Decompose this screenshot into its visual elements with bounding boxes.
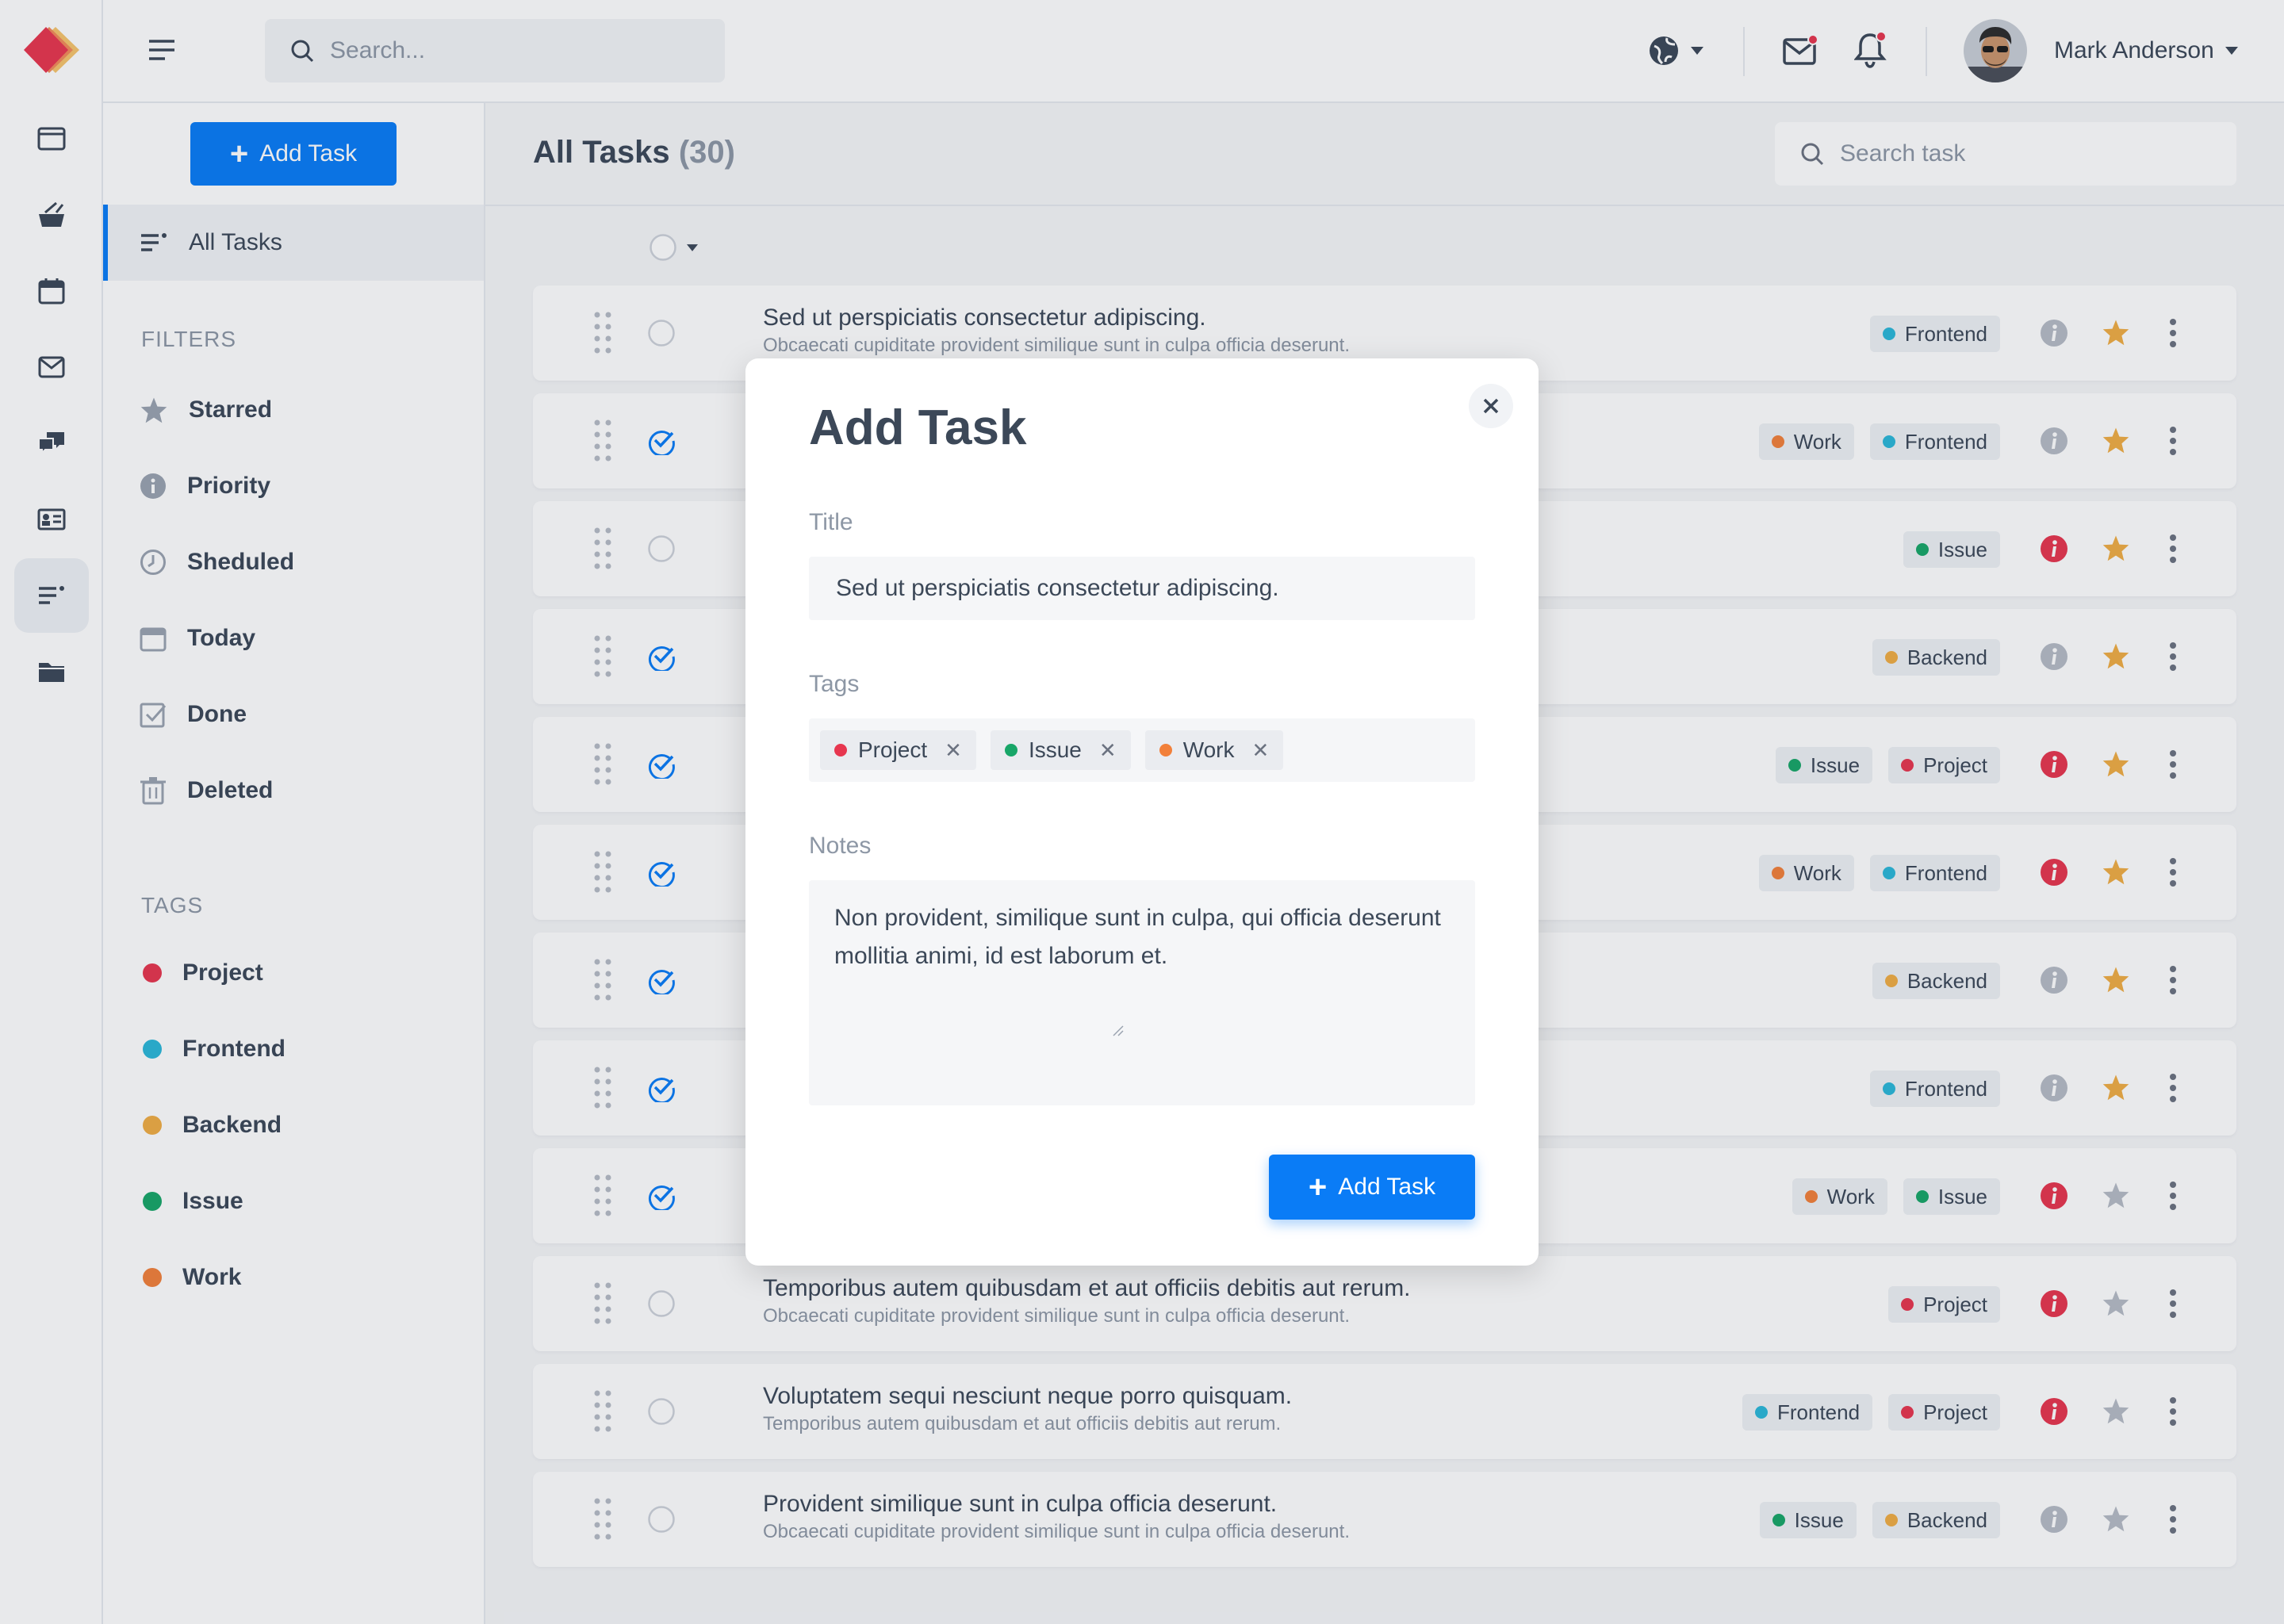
tags-input[interactable]: Project ✕ Issue ✕ Work ✕ bbox=[809, 718, 1475, 782]
tag-dot bbox=[834, 744, 847, 756]
close-button[interactable] bbox=[1469, 384, 1513, 428]
submit-label: Add Task bbox=[1338, 1174, 1436, 1200]
title-label: Title bbox=[809, 509, 853, 535]
remove-tag-icon[interactable]: ✕ bbox=[945, 738, 962, 763]
tag-dot bbox=[1159, 744, 1172, 756]
resize-handle-icon[interactable] bbox=[1112, 1025, 1125, 1037]
tag-chip-label: Issue bbox=[1028, 737, 1082, 762]
notes-textarea[interactable]: Non provident, similique sunt in culpa, … bbox=[809, 880, 1475, 1105]
title-input[interactable]: Sed ut perspiciatis consectetur adipisci… bbox=[809, 557, 1475, 620]
close-icon bbox=[1483, 398, 1499, 414]
tags-label: Tags bbox=[809, 671, 860, 697]
tag-dot bbox=[1004, 744, 1017, 756]
plus-icon: + bbox=[1308, 1170, 1328, 1205]
modal-title: Add Task bbox=[809, 400, 1027, 455]
tag-chip-label: Work bbox=[1182, 737, 1235, 762]
tag-chip-label: Project bbox=[858, 737, 928, 762]
notes-label: Notes bbox=[809, 833, 872, 859]
tag-chip-work: Work ✕ bbox=[1144, 730, 1284, 770]
add-task-modal: Add Task Title Sed ut perspiciatis conse… bbox=[745, 358, 1539, 1266]
remove-tag-icon[interactable]: ✕ bbox=[1099, 738, 1117, 763]
tag-chip-issue: Issue ✕ bbox=[990, 730, 1131, 770]
tag-chip-project: Project ✕ bbox=[820, 730, 976, 770]
submit-add-task-button[interactable]: + Add Task bbox=[1269, 1155, 1475, 1220]
remove-tag-icon[interactable]: ✕ bbox=[1252, 738, 1270, 763]
